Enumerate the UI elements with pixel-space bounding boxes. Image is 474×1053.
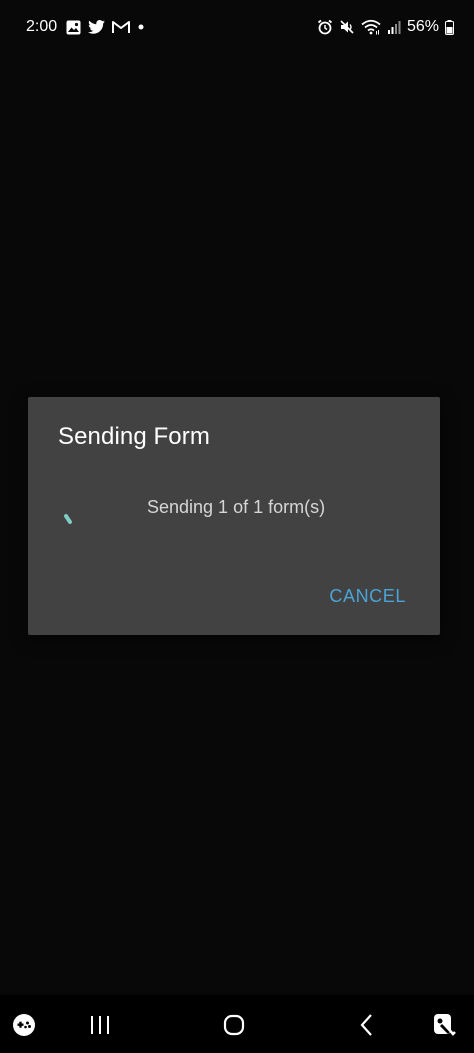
dialog-title: Sending Form <box>58 423 210 450</box>
home-icon[interactable] <box>214 1005 254 1045</box>
alarm-icon <box>317 19 333 35</box>
back-icon[interactable] <box>347 1005 387 1045</box>
status-right: 56% <box>317 18 454 36</box>
dialog-message: Sending 1 of 1 form(s) <box>147 497 326 517</box>
progress-spinner-icon <box>58 499 98 539</box>
cancel-button[interactable]: CANCEL <box>329 586 406 607</box>
battery-percentage: 56% <box>406 18 439 35</box>
wifi-icon <box>361 19 381 35</box>
screen: 2:00 56% Sending Form Sending 1 of 1 for… <box>0 0 474 1053</box>
game-launcher-icon[interactable] <box>4 1005 44 1045</box>
gallery-icon <box>66 20 81 35</box>
status-bar: 2:00 56% <box>0 0 474 54</box>
mute-icon <box>339 19 355 35</box>
signal-icon <box>387 20 401 34</box>
navigation-bar <box>0 995 474 1053</box>
dot-icon <box>137 23 145 31</box>
twitter-icon <box>88 20 106 34</box>
status-left: 2:00 <box>26 18 145 36</box>
battery-icon <box>445 19 454 35</box>
status-time: 2:00 <box>26 18 58 35</box>
sending-form-dialog: Sending Form Sending 1 of 1 form(s) CANC… <box>28 397 440 635</box>
gmail-icon <box>112 20 131 34</box>
recents-icon[interactable] <box>80 1005 120 1045</box>
assistant-icon[interactable] <box>424 1005 464 1045</box>
